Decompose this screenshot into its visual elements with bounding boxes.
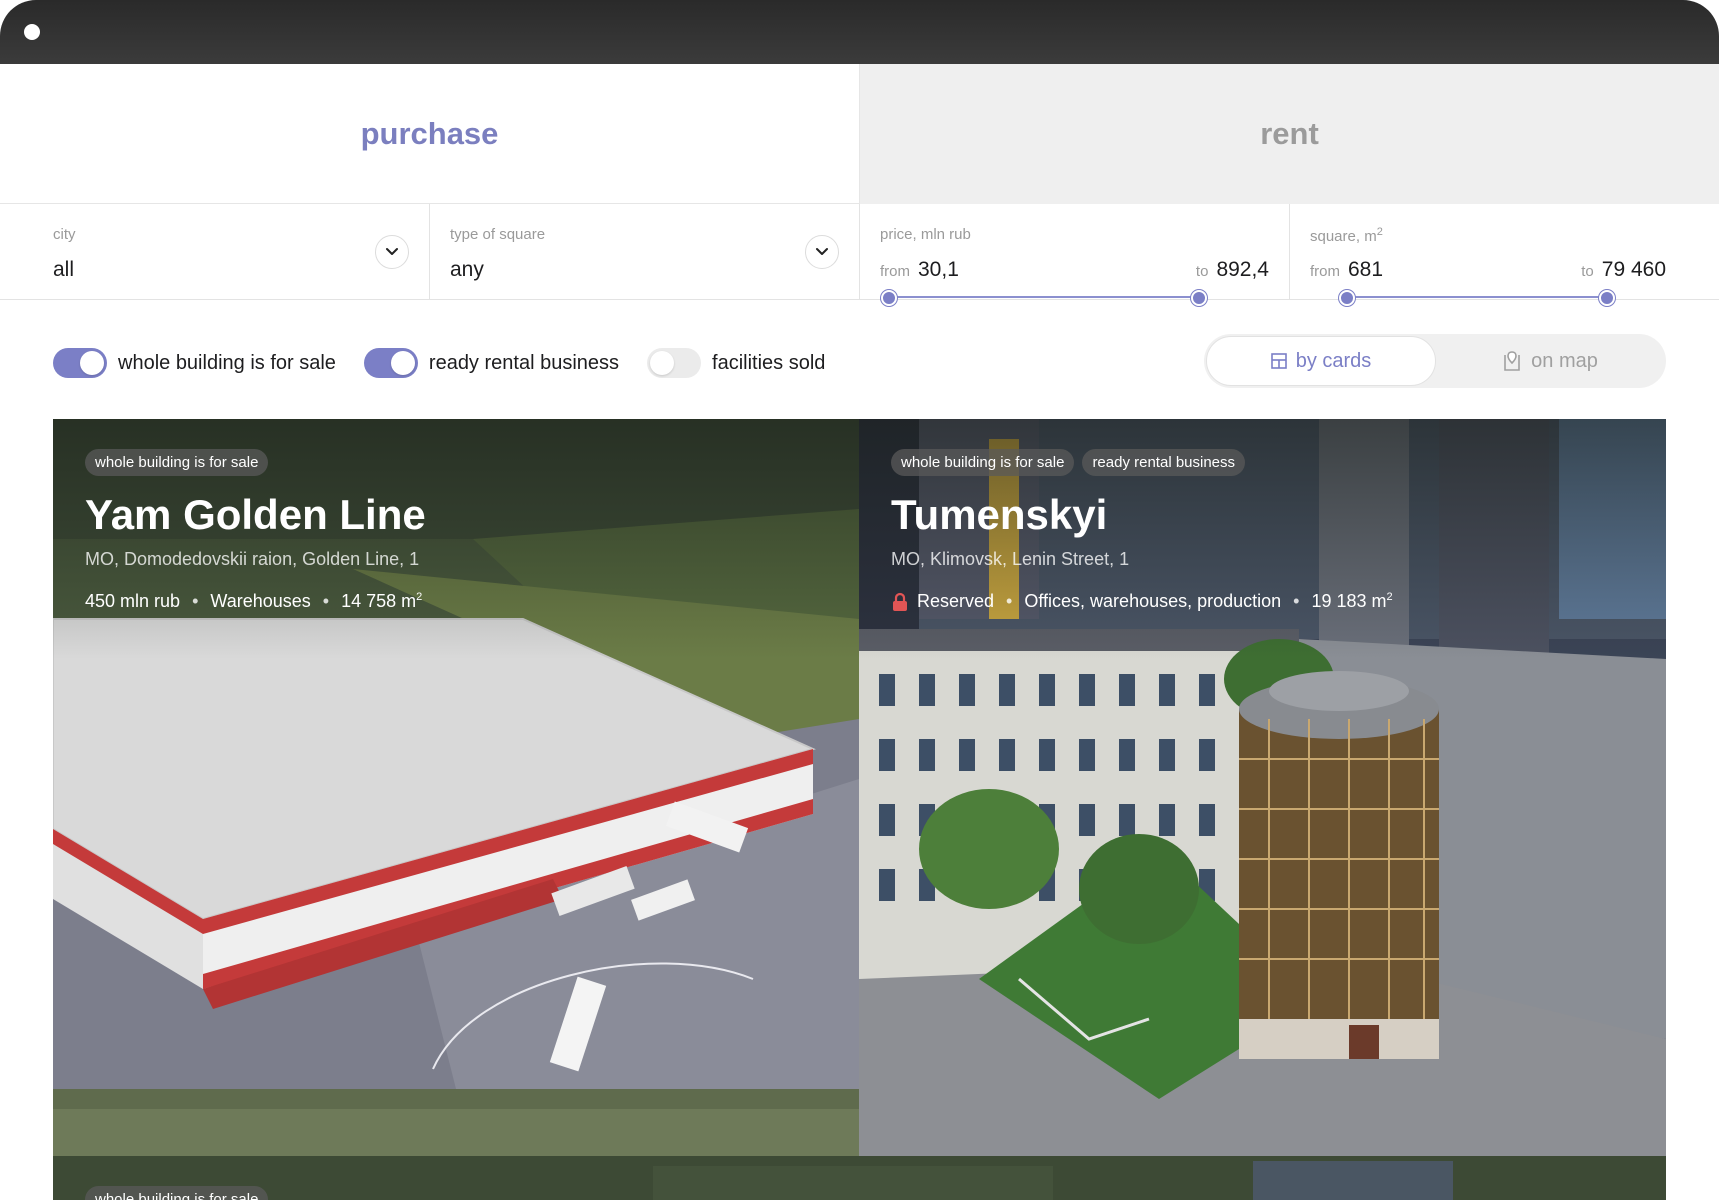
view-on-map-label: on map <box>1531 349 1598 372</box>
square-slider[interactable] <box>1339 290 1615 306</box>
toggle-label: facilities sold <box>712 351 826 374</box>
tag-chip: ready rental business <box>1082 449 1246 476</box>
screen: purchase rent city all type of square an… <box>0 64 1719 1200</box>
card-address: MO, Domodedovskii raion, Golden Line, 1 <box>85 549 420 569</box>
card-tags: whole building is for sale <box>85 449 269 476</box>
view-by-cards-button[interactable]: by cards <box>1206 336 1436 386</box>
card-tags: whole building is for sale ready rental … <box>891 449 1246 476</box>
price-from-label: from <box>880 263 910 280</box>
city-select[interactable]: city all <box>0 204 430 299</box>
square-range-filter: square, m2 from 681 to 79 460 <box>1290 204 1719 299</box>
separator-dot: • <box>322 591 330 611</box>
square-slider-track <box>1339 296 1615 298</box>
camera-dot <box>24 24 40 40</box>
price-from-value[interactable]: 30,1 <box>918 258 959 282</box>
view-by-cards-label: by cards <box>1295 349 1372 372</box>
tag-chip: whole building is for sale <box>85 1186 269 1200</box>
property-card[interactable]: whole building is for sale ready rental … <box>859 419 1666 1156</box>
price-range-filter: price, mln rub from 30,1 to 892,4 <box>860 204 1290 299</box>
tab-rent[interactable]: rent <box>860 64 1719 204</box>
card-category: Warehouses <box>210 591 311 611</box>
card-category: Offices, warehouses, production <box>1024 591 1282 611</box>
card-status: Reserved <box>917 591 995 611</box>
card-title: Tumenskyi <box>891 491 1108 538</box>
square-to-value[interactable]: 79 460 <box>1602 258 1666 282</box>
tab-purchase[interactable]: purchase <box>0 64 860 204</box>
card-title: Yam Golden Line <box>85 491 426 538</box>
price-slider-max-handle[interactable] <box>1191 290 1207 306</box>
property-cards: whole building is for sale Yam Golden Li… <box>53 419 1666 1200</box>
card-area: 19 183 m2 <box>1311 591 1393 611</box>
square-slider-max-handle[interactable] <box>1599 290 1615 306</box>
card-address: MO, Klimovsk, Lenin Street, 1 <box>891 549 1130 569</box>
map-pin-icon <box>1504 351 1520 371</box>
square-slider-min-handle[interactable] <box>1339 290 1355 306</box>
property-card[interactable]: whole building is for sale Yam Golden Li… <box>53 419 859 1156</box>
price-label: price, mln rub <box>880 226 971 243</box>
filter-bar: city all type of square any price, mln r… <box>0 204 1719 300</box>
switch-on[interactable] <box>363 348 418 378</box>
deal-type-tabs: purchase rent <box>0 64 1719 204</box>
card-meta: 450 mln rub • Warehouses • 14 758 m2 <box>85 591 422 612</box>
price-to-value[interactable]: 892,4 <box>1216 258 1269 282</box>
type-label: type of square <box>450 226 546 243</box>
city-value: all <box>53 258 75 281</box>
toggle-whole-building[interactable]: whole building is for sale <box>53 348 336 378</box>
type-value: any <box>450 258 484 281</box>
chevron-down-icon[interactable] <box>805 235 839 269</box>
card-area: 14 758 m2 <box>341 591 423 611</box>
property-card[interactable]: whole building is for sale <box>53 1156 1666 1200</box>
view-mode-switch: by cards on map <box>1204 334 1666 388</box>
square-from-value[interactable]: 681 <box>1348 258 1383 282</box>
chevron-down-icon[interactable] <box>375 235 409 269</box>
square-label: square, m2 <box>1310 226 1383 245</box>
square-from-label: from <box>1310 263 1340 280</box>
toggle-filters: whole building is for sale ready rental … <box>53 346 853 380</box>
switch-off[interactable] <box>647 348 702 378</box>
view-on-map-button[interactable]: on map <box>1436 336 1664 386</box>
toggle-facilities-sold[interactable]: facilities sold <box>647 348 825 378</box>
price-slider-track <box>881 296 1207 298</box>
toggle-label: ready rental business <box>428 351 620 374</box>
separator-dot: • <box>1293 591 1300 611</box>
price-to-label: to <box>1195 263 1209 280</box>
tag-chip: whole building is for sale <box>891 449 1075 476</box>
switch-on[interactable] <box>53 348 107 378</box>
toggle-ready-rental-business[interactable]: ready rental business <box>363 348 620 378</box>
card-price: 450 mln rub <box>85 591 181 611</box>
separator-dot: • <box>1006 591 1013 611</box>
type-select[interactable]: type of square any <box>430 204 860 299</box>
property-photo <box>53 1156 1666 1200</box>
city-label: city <box>53 226 76 243</box>
card-meta: Reserved • Offices, warehouses, producti… <box>891 591 1393 612</box>
lock-icon <box>893 592 907 611</box>
toggle-label: whole building is for sale <box>118 351 336 374</box>
grid-icon <box>1270 353 1287 369</box>
card-tags: whole building is for sale <box>85 1186 269 1200</box>
square-to-label: to <box>1581 263 1594 280</box>
device-top-bar <box>0 0 1719 64</box>
separator-dot: • <box>192 591 199 611</box>
price-slider[interactable] <box>881 290 1207 306</box>
price-slider-min-handle[interactable] <box>881 290 897 306</box>
tag-chip: whole building is for sale <box>85 449 269 476</box>
device-frame: purchase rent city all type of square an… <box>0 0 1719 1200</box>
